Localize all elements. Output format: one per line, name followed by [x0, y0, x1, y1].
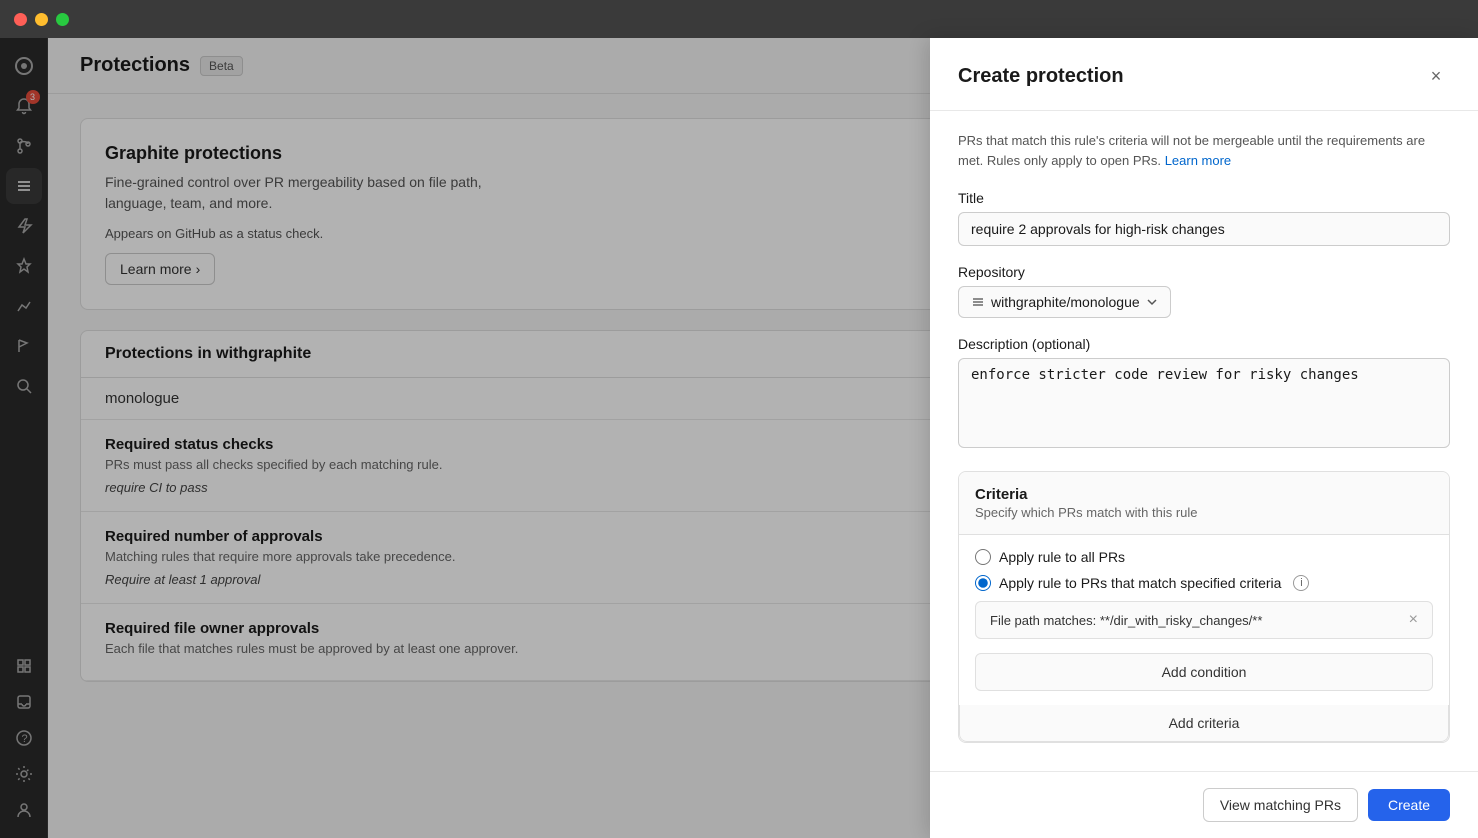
criteria-body: Apply rule to all PRs Apply rule to PRs …	[959, 535, 1449, 705]
radio-all-prs-label: Apply rule to all PRs	[999, 549, 1125, 565]
criteria-box: Criteria Specify which PRs match with th…	[958, 471, 1450, 743]
panel-body: PRs that match this rule's criteria will…	[930, 111, 1478, 771]
repository-dropdown[interactable]: withgraphite/monologue	[958, 286, 1171, 318]
criteria-header: Criteria Specify which PRs match with th…	[959, 472, 1449, 535]
title-field-group: Title	[958, 190, 1450, 246]
description-textarea[interactable]	[958, 358, 1450, 448]
panel-learn-more-link[interactable]: Learn more	[1165, 153, 1231, 168]
repository-field-group: Repository withgraphite/monologue	[958, 264, 1450, 318]
condition-remove-button[interactable]: ×	[1409, 612, 1418, 628]
criteria-title: Criteria	[975, 486, 1433, 503]
repo-dropdown-icon	[971, 295, 985, 309]
panel-header: Create protection ×	[930, 38, 1478, 111]
add-condition-button[interactable]: Add condition	[975, 653, 1433, 691]
description-field-group: Description (optional)	[958, 336, 1450, 453]
radio-specified-label: Apply rule to PRs that match specified c…	[999, 575, 1281, 591]
create-protection-panel: Create protection × PRs that match this …	[930, 38, 1478, 838]
panel-close-button[interactable]: ×	[1422, 62, 1450, 90]
repository-value: withgraphite/monologue	[991, 294, 1140, 310]
condition-tag: File path matches: **/dir_with_risky_cha…	[975, 601, 1433, 639]
panel-footer: View matching PRs Create	[930, 771, 1478, 838]
view-matching-prs-button[interactable]: View matching PRs	[1203, 788, 1358, 822]
title-input[interactable]	[958, 212, 1450, 246]
titlebar	[0, 0, 1478, 38]
close-button[interactable]	[14, 13, 27, 26]
panel-intro: PRs that match this rule's criteria will…	[958, 131, 1450, 170]
create-button[interactable]: Create	[1368, 789, 1450, 821]
condition-text: File path matches: **/dir_with_risky_cha…	[990, 613, 1262, 628]
description-label: Description (optional)	[958, 336, 1450, 352]
radio-all-prs-input[interactable]	[975, 549, 991, 565]
panel-title: Create protection	[958, 65, 1124, 88]
repository-label: Repository	[958, 264, 1450, 280]
radio-all-prs[interactable]: Apply rule to all PRs	[975, 549, 1433, 565]
radio-specified[interactable]: Apply rule to PRs that match specified c…	[975, 575, 1433, 591]
minimize-button[interactable]	[35, 13, 48, 26]
chevron-down-icon	[1146, 296, 1158, 308]
criteria-subtitle: Specify which PRs match with this rule	[975, 505, 1433, 520]
radio-specified-input[interactable]	[975, 575, 991, 591]
title-label: Title	[958, 190, 1450, 206]
criteria-info-icon: i	[1293, 575, 1309, 591]
add-criteria-button[interactable]: Add criteria	[959, 705, 1449, 742]
maximize-button[interactable]	[56, 13, 69, 26]
